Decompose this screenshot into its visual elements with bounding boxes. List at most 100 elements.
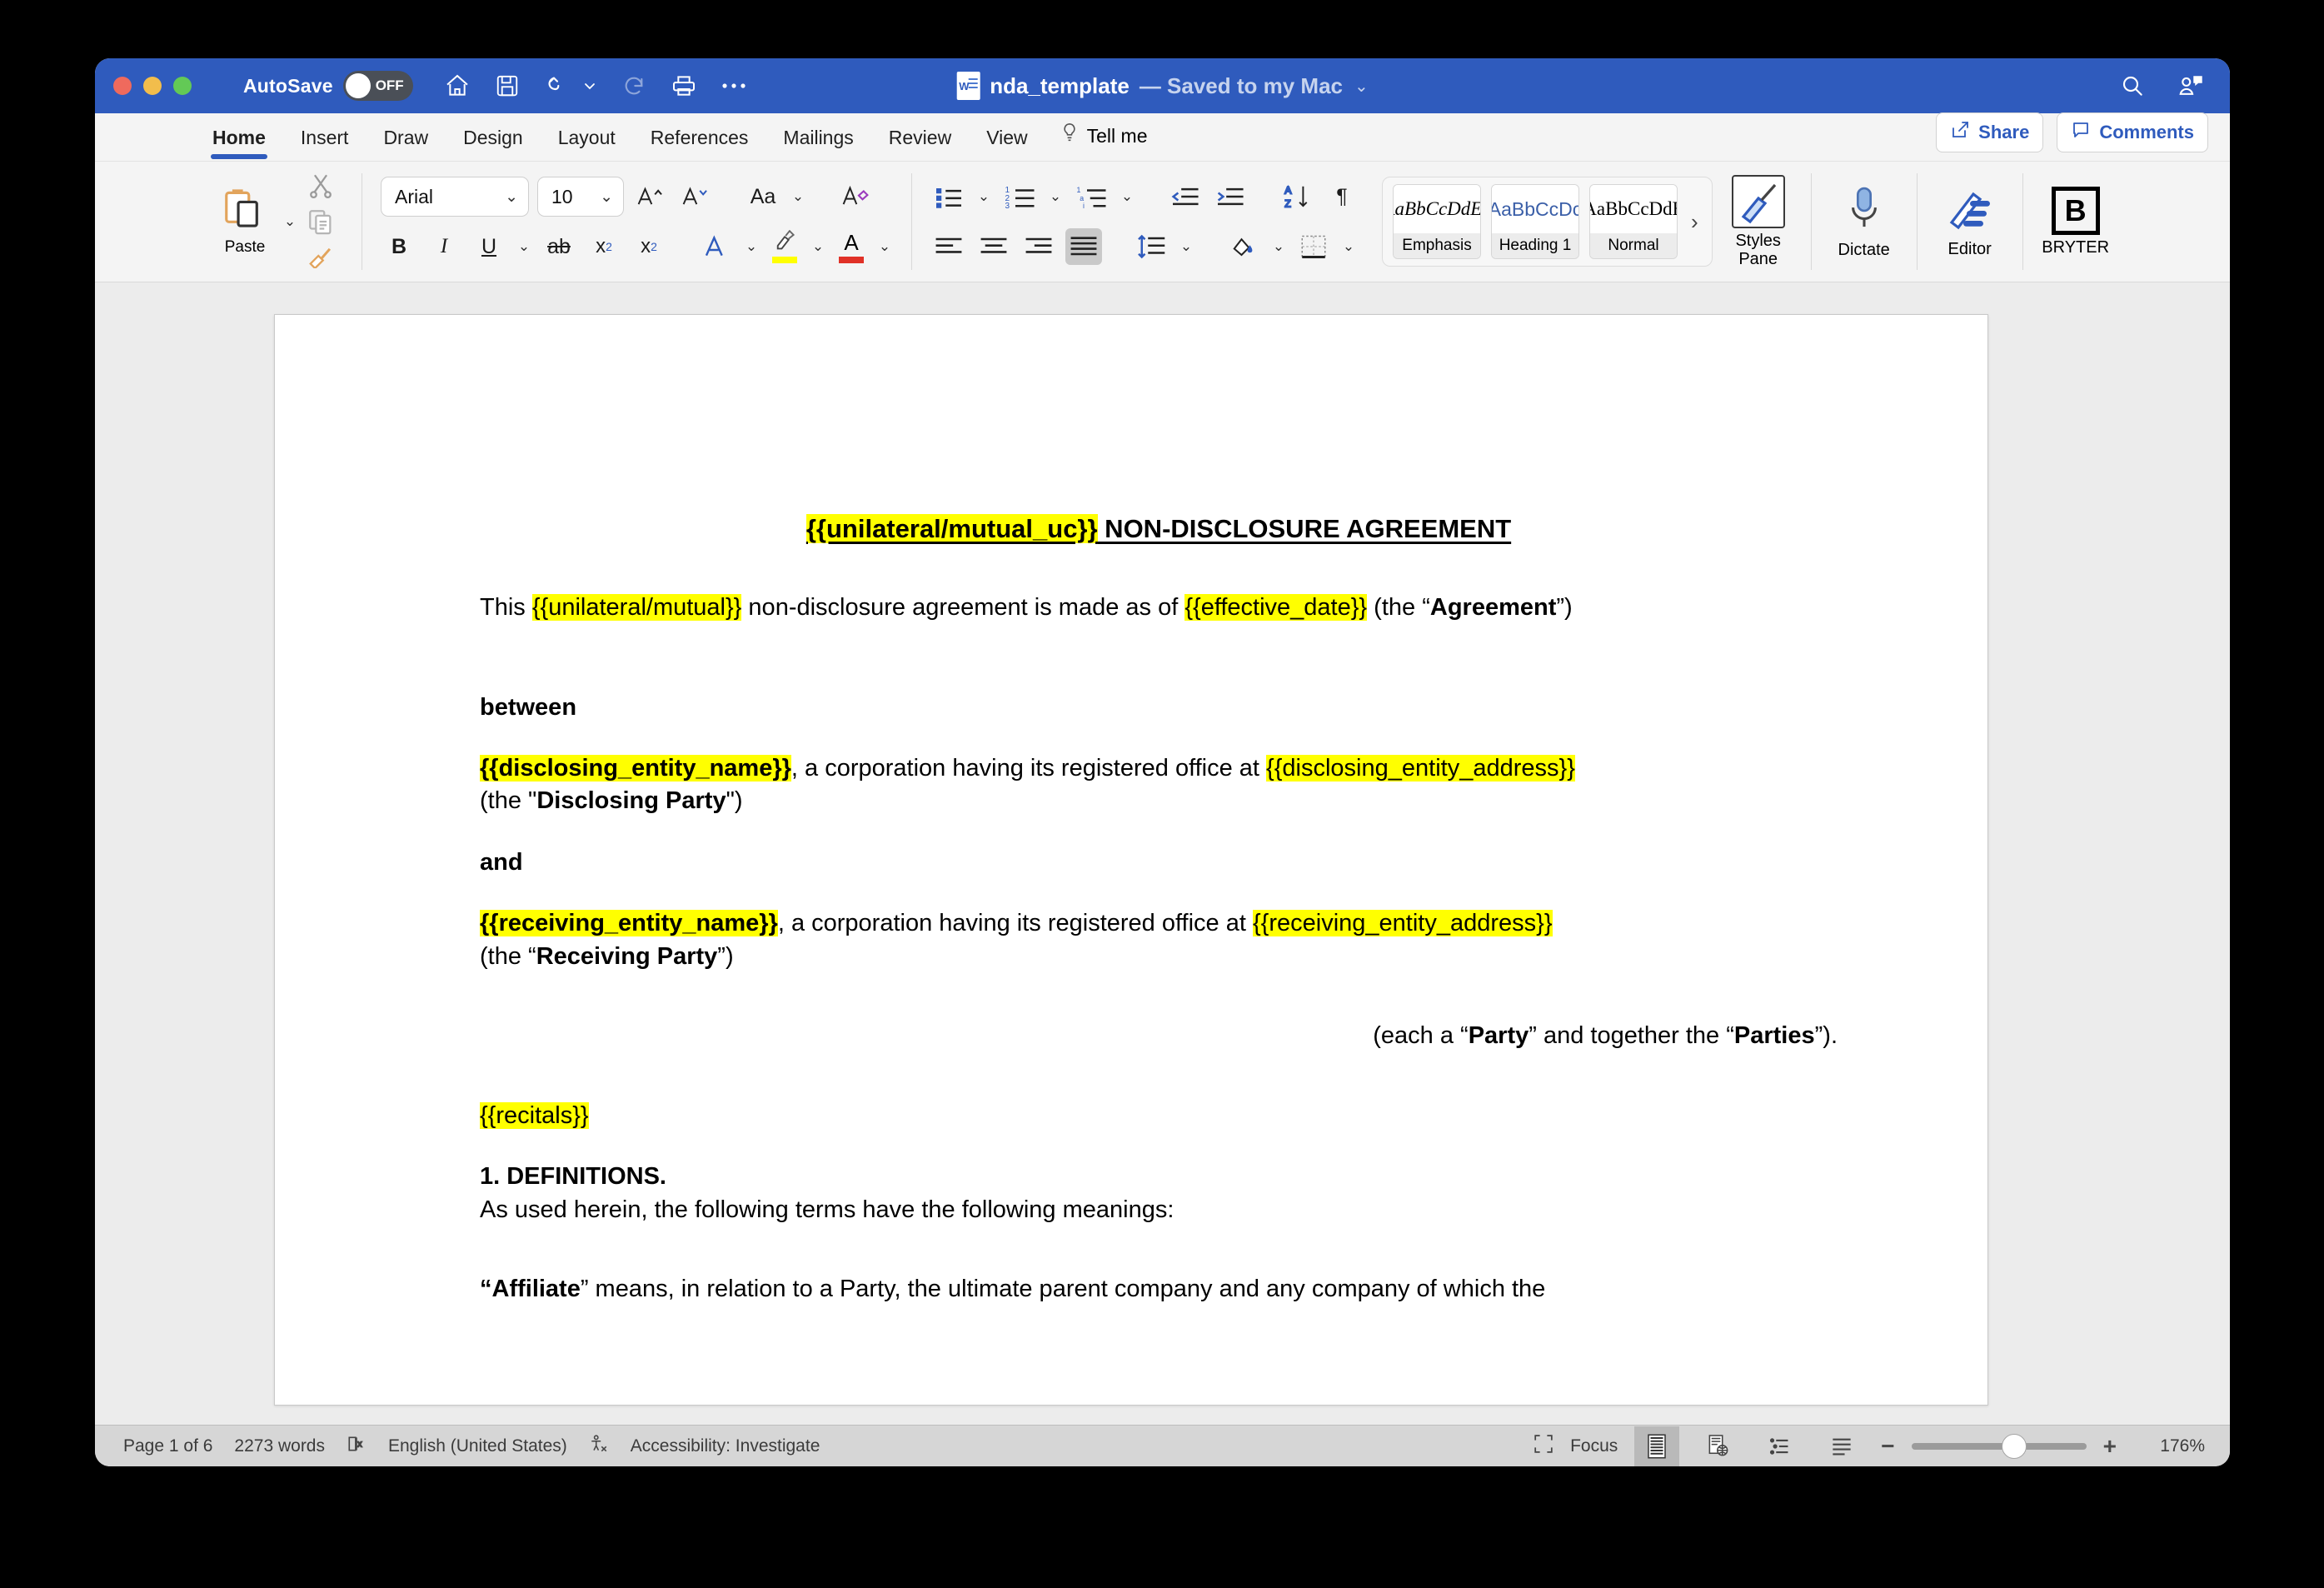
document-title[interactable]: W nda_template — Saved to my Mac ⌄ xyxy=(956,72,1369,100)
tab-mailings[interactable]: Mailings xyxy=(766,127,870,161)
numbering-icon[interactable]: 123 xyxy=(1000,178,1039,215)
autosave-toggle[interactable]: OFF xyxy=(342,71,413,101)
minimize-window-button[interactable] xyxy=(143,77,162,95)
bryter-button[interactable]: B BRYTER xyxy=(2030,162,2122,282)
multilevel-list-icon[interactable]: 1ai xyxy=(1072,178,1110,215)
change-case-chevron-down-icon[interactable]: ⌄ xyxy=(790,188,806,205)
bold-button[interactable]: B xyxy=(381,228,417,265)
line-spacing-chevron-down-icon[interactable]: ⌄ xyxy=(1178,238,1194,255)
search-icon[interactable] xyxy=(2118,72,2147,100)
shading-chevron-down-icon[interactable]: ⌄ xyxy=(1270,238,1287,255)
underline-chevron-down-icon[interactable]: ⌄ xyxy=(516,238,532,255)
justify-icon[interactable] xyxy=(1065,228,1102,265)
word-count[interactable]: 2273 words xyxy=(234,1436,325,1456)
maximize-window-button[interactable] xyxy=(173,77,192,95)
outline-view-button[interactable] xyxy=(1758,1426,1803,1466)
page-indicator[interactable]: Page 1 of 6 xyxy=(123,1436,212,1456)
home-icon[interactable] xyxy=(443,72,471,100)
align-center-icon[interactable] xyxy=(975,228,1012,265)
italic-button[interactable]: I xyxy=(426,228,462,265)
more-icon[interactable] xyxy=(720,72,748,100)
focus-icon[interactable] xyxy=(1534,1434,1553,1459)
style-normal[interactable]: AaBbCcDdE Normal xyxy=(1589,184,1678,259)
document-canvas[interactable]: {{unilateral/mutual_uc}} NON-DISCLOSURE … xyxy=(95,282,2230,1425)
style-emphasis[interactable]: AaBbCcDdEe Emphasis xyxy=(1393,184,1481,259)
share-button[interactable]: Share xyxy=(1936,112,2044,152)
document-page[interactable]: {{unilateral/mutual_uc}} NON-DISCLOSURE … xyxy=(274,314,1988,1406)
autosave-control[interactable]: AutoSave OFF xyxy=(243,71,413,101)
zoom-slider[interactable] xyxy=(1911,1433,2087,1459)
undo-icon[interactable] xyxy=(543,72,571,100)
document-title-chevron-down-icon[interactable]: ⌄ xyxy=(1354,76,1369,97)
text-effects-icon[interactable] xyxy=(698,228,735,265)
tab-insert[interactable]: Insert xyxy=(283,127,367,161)
zoom-level[interactable]: 176% xyxy=(2133,1436,2205,1456)
print-icon[interactable] xyxy=(670,72,698,100)
accessibility-icon[interactable] xyxy=(589,1434,609,1459)
zoom-slider-handle[interactable] xyxy=(2001,1433,2027,1459)
strikethrough-button[interactable]: ab xyxy=(541,228,577,265)
text-effects-chevron-down-icon[interactable]: ⌄ xyxy=(743,238,760,255)
underline-button[interactable]: U xyxy=(471,228,507,265)
font-color-button[interactable]: A xyxy=(835,230,868,263)
tell-me-button[interactable]: Tell me xyxy=(1045,122,1163,161)
tab-view[interactable]: View xyxy=(969,127,1045,161)
document-body[interactable]: {{unilateral/mutual_uc}} NON-DISCLOSURE … xyxy=(480,512,1838,1334)
bullets-chevron-down-icon[interactable]: ⌄ xyxy=(975,188,992,205)
highlight-color-button[interactable] xyxy=(768,229,801,263)
tab-draw[interactable]: Draw xyxy=(366,127,446,161)
editor-button[interactable]: Editor xyxy=(1924,162,2016,282)
paste-chevron-down-icon[interactable]: ⌄ xyxy=(282,213,298,230)
zoom-in-button[interactable]: + xyxy=(2103,1433,2117,1460)
zoom-out-button[interactable]: − xyxy=(1881,1433,1894,1460)
align-left-icon[interactable] xyxy=(930,228,967,265)
comments-button[interactable]: Comments xyxy=(2057,112,2208,152)
paste-button[interactable]: Paste xyxy=(208,187,282,257)
draft-view-button[interactable] xyxy=(1819,1426,1864,1466)
language-indicator[interactable]: English (United States) xyxy=(388,1436,567,1456)
sort-icon[interactable]: AZ xyxy=(1279,178,1315,215)
account-comment-icon[interactable] xyxy=(2177,72,2205,100)
subscript-button[interactable]: x2 xyxy=(586,228,622,265)
format-painter-icon[interactable] xyxy=(307,243,335,272)
copy-icon[interactable] xyxy=(307,207,335,240)
borders-icon[interactable] xyxy=(1295,228,1332,265)
save-icon[interactable] xyxy=(493,72,521,100)
redo-icon[interactable] xyxy=(620,72,648,100)
tab-review[interactable]: Review xyxy=(871,127,969,161)
line-spacing-icon[interactable] xyxy=(1133,228,1169,265)
tab-references[interactable]: References xyxy=(633,127,766,161)
font-size-select[interactable]: 10 ⌄ xyxy=(537,177,624,217)
print-layout-view-button[interactable] xyxy=(1634,1426,1680,1466)
undo-chevron-down-icon[interactable] xyxy=(581,77,598,94)
decrease-indent-icon[interactable] xyxy=(1166,178,1203,215)
highlight-chevron-down-icon[interactable]: ⌄ xyxy=(810,238,826,255)
increase-indent-icon[interactable] xyxy=(1211,178,1248,215)
numbering-chevron-down-icon[interactable]: ⌄ xyxy=(1047,188,1064,205)
multilevel-chevron-down-icon[interactable]: ⌄ xyxy=(1119,188,1135,205)
change-case-icon[interactable]: Aa xyxy=(745,178,781,215)
shading-icon[interactable] xyxy=(1225,228,1262,265)
close-window-button[interactable] xyxy=(113,77,132,95)
align-right-icon[interactable] xyxy=(1020,228,1057,265)
borders-chevron-down-icon[interactable]: ⌄ xyxy=(1340,238,1357,255)
shrink-font-icon[interactable] xyxy=(677,178,714,215)
grow-font-icon[interactable] xyxy=(632,178,669,215)
superscript-button[interactable]: x2 xyxy=(631,228,667,265)
web-layout-view-button[interactable] xyxy=(1696,1426,1741,1466)
accessibility-status[interactable]: Accessibility: Investigate xyxy=(631,1436,820,1456)
tab-home[interactable]: Home xyxy=(195,127,283,161)
styles-gallery-more-icon[interactable]: › xyxy=(1683,209,1707,235)
proofing-icon[interactable]: x xyxy=(347,1434,367,1459)
font-family-select[interactable]: Arial ⌄ xyxy=(381,177,529,217)
style-heading-1[interactable]: AaBbCcDc Heading 1 xyxy=(1491,184,1579,259)
tab-layout[interactable]: Layout xyxy=(541,127,633,161)
bullets-icon[interactable] xyxy=(930,178,967,215)
cut-icon[interactable] xyxy=(307,172,335,204)
show-marks-icon[interactable]: ¶ xyxy=(1324,178,1360,215)
tab-design[interactable]: Design xyxy=(446,127,541,161)
focus-label[interactable]: Focus xyxy=(1570,1436,1618,1456)
clear-formatting-icon[interactable] xyxy=(837,178,874,215)
font-color-chevron-down-icon[interactable]: ⌄ xyxy=(876,238,893,255)
dictate-button[interactable]: Dictate xyxy=(1818,162,1910,282)
